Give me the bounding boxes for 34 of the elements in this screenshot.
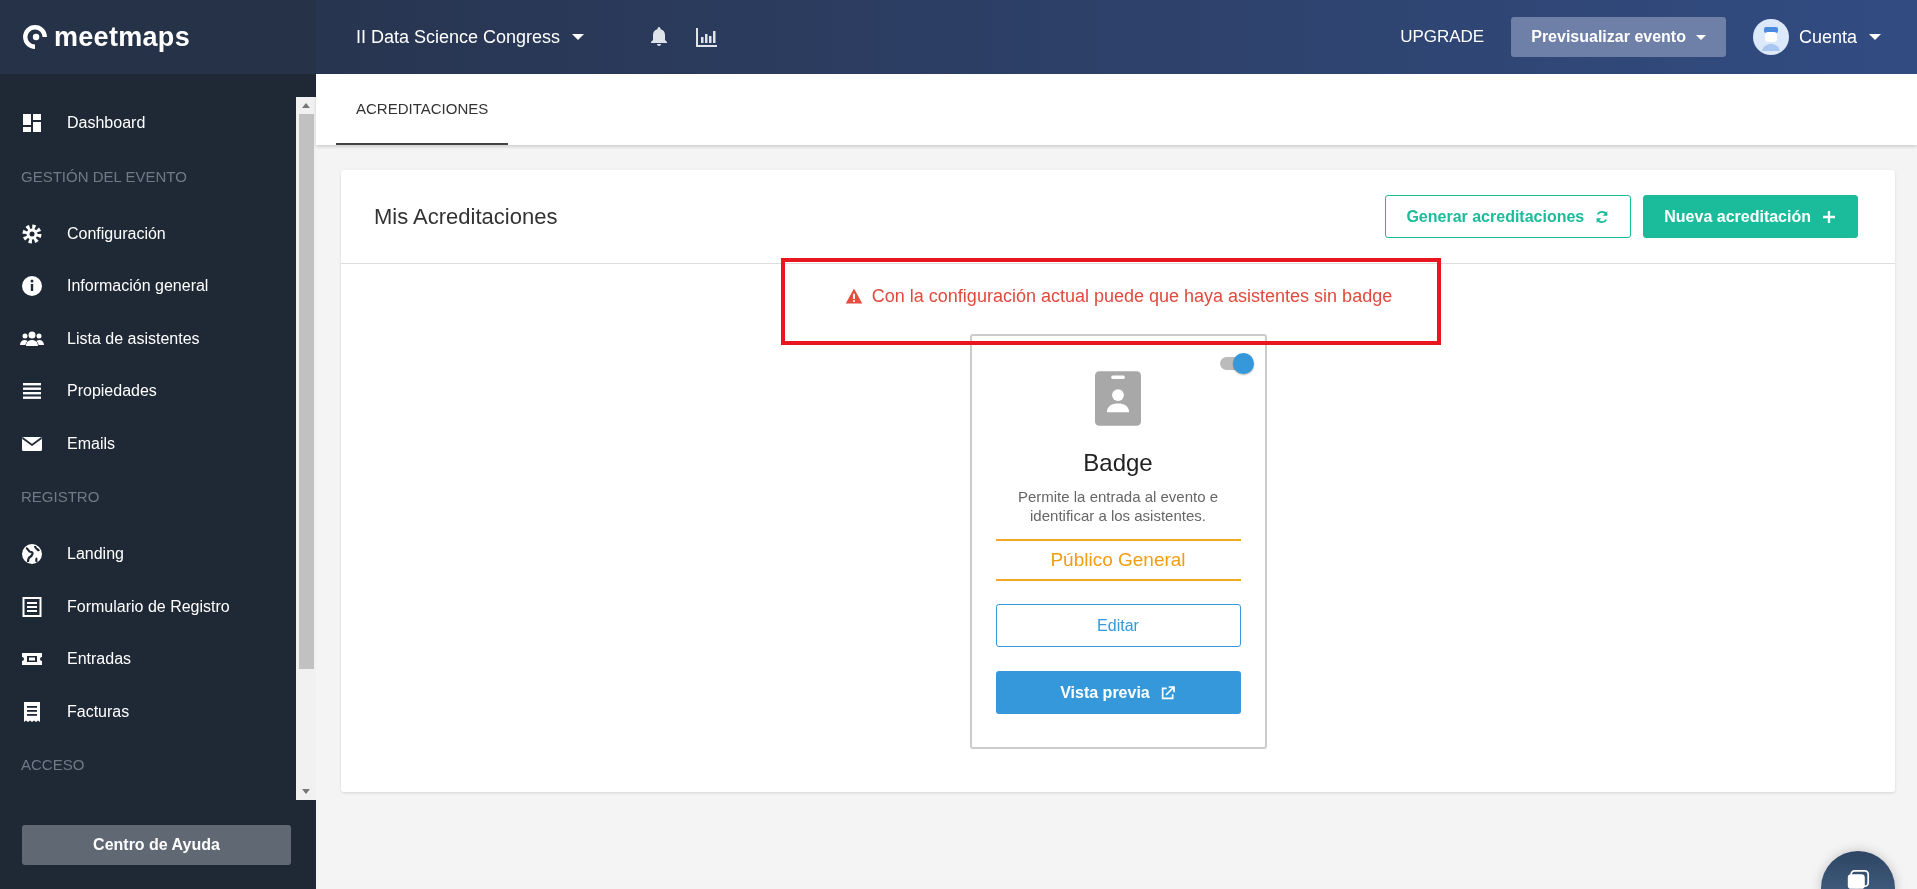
panel-title: Mis Acreditaciones [374,203,558,230]
sidebar-section-title: REGISTRO [20,487,101,507]
sidebar-item[interactable]: Dashboard [0,97,296,150]
sidebar-section-title: GESTIÓN DEL EVENTO [20,166,188,187]
preview-event-button[interactable]: Previsualizar evento [1511,17,1726,57]
credential-description: Permite la entrada al evento e identificar a los asistentes. [1016,487,1220,525]
credential-title: Badge [1083,449,1153,477]
account-menu[interactable]: Cuenta [1798,26,1881,48]
info-icon [20,274,44,299]
sidebar-item[interactable]: Configuración [0,207,296,260]
sidebar-item[interactable]: Facturas [0,685,296,738]
scrollbar[interactable] [296,97,316,800]
sidebar-item[interactable]: Información general [0,260,296,313]
form-icon [20,594,44,619]
help-center-button[interactable]: Centro de Ayuda [22,824,291,865]
avatar-icon[interactable] [1752,19,1789,55]
sidebar-item[interactable]: Formulario de Registro [0,580,296,633]
sidebar-item[interactable]: Propiedades [0,365,296,418]
bar-chart-icon[interactable] [695,25,720,49]
audience-label: Público General [995,539,1241,581]
event-selector[interactable]: II Data Science Congress [356,26,585,48]
warning-icon [843,287,864,305]
sidebar-section-title: ACCESO [20,755,86,775]
id-badge-icon [1095,368,1141,429]
warning-message: Con la configuración actual puede que haya asistentes sin badge [871,285,1393,307]
globe-icon [20,542,44,567]
upgrade-link[interactable]: UPGRADE [1400,27,1485,47]
sidebar-item[interactable]: Entradas [0,633,296,686]
plus-icon [1821,208,1837,225]
sidebar-item[interactable]: Lista de asistentes [0,312,296,365]
sidebar-item[interactable]: Landing [0,528,296,581]
sidebar-item[interactable]: Emails [0,417,296,470]
tab[interactable]: ACREDITACIONES [336,74,509,145]
external-link-icon [1159,684,1176,701]
